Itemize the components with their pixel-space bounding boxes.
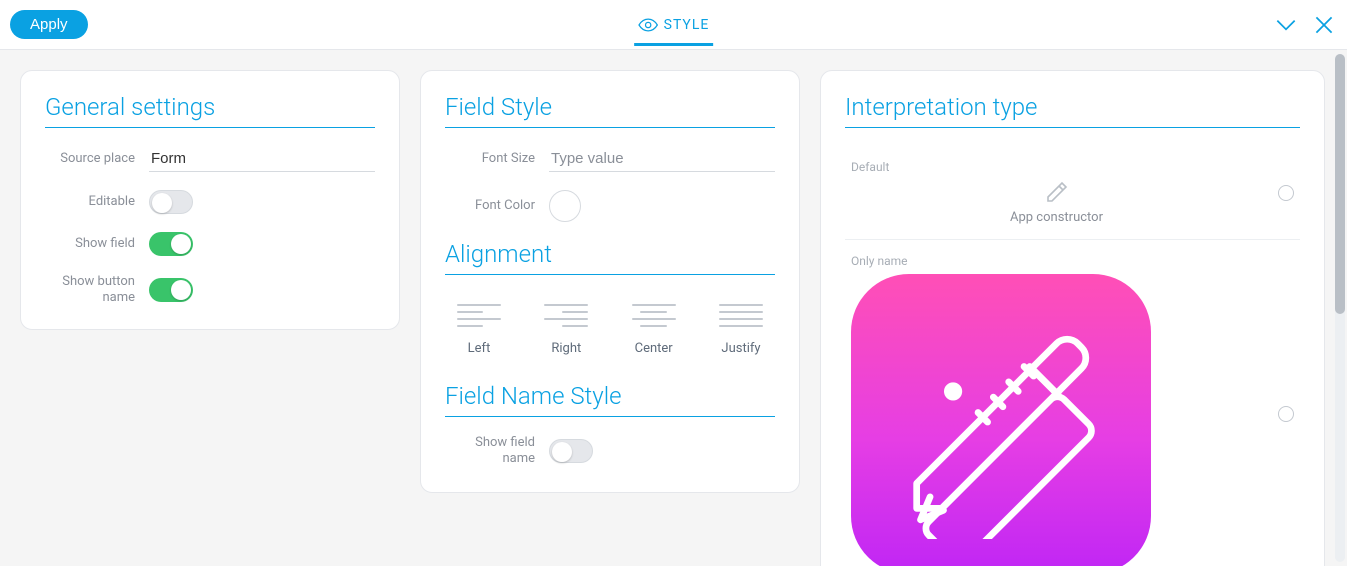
interpretation-default-radio[interactable] — [1278, 185, 1294, 201]
source-place-row: Source place — [45, 146, 375, 172]
topbar: Apply STYLE — [0, 0, 1347, 50]
scrollbar-thumb[interactable] — [1335, 54, 1345, 314]
align-right-icon — [544, 299, 588, 331]
chevron-down-icon[interactable] — [1273, 12, 1299, 38]
column-interpretation: Interpretation type Default App construc… — [820, 70, 1325, 546]
field-name-style-title: Field Name Style — [445, 382, 775, 417]
topbar-actions — [1273, 12, 1337, 38]
editable-row: Editable — [45, 190, 375, 214]
column-field-style: Field Style Font Size Font Color Alignme… — [420, 70, 800, 546]
font-size-label: Font Size — [445, 151, 535, 167]
interpretation-option-default[interactable]: Default App constructor — [845, 146, 1300, 240]
close-icon[interactable] — [1311, 12, 1337, 38]
editable-label: Editable — [45, 194, 135, 210]
align-left-option[interactable]: Left — [449, 299, 509, 356]
show-field-name-toggle[interactable] — [549, 439, 593, 463]
ruler-pencil-icon — [1045, 180, 1069, 204]
show-field-name-row: Show field name — [445, 435, 775, 466]
font-size-input[interactable] — [549, 146, 775, 172]
show-field-row: Show field — [45, 232, 375, 256]
interpretation-only-name-caption: Only name — [851, 254, 908, 268]
field-style-title: Field Style — [445, 93, 775, 128]
font-size-row: Font Size — [445, 146, 775, 172]
column-general: General settings Source place Editable S… — [20, 70, 400, 546]
eye-icon — [638, 18, 658, 32]
align-center-option[interactable]: Center — [624, 299, 684, 356]
align-center-label: Center — [635, 341, 673, 356]
align-left-icon — [457, 299, 501, 331]
font-color-swatch[interactable] — [549, 190, 581, 222]
show-field-toggle[interactable] — [149, 232, 193, 256]
editable-toggle[interactable] — [149, 190, 193, 214]
show-button-name-label: Show button name — [45, 274, 135, 305]
font-color-row: Font Color — [445, 190, 775, 222]
alignment-options: Left Right Center — [445, 293, 775, 356]
font-color-label: Font Color — [445, 198, 535, 214]
show-field-label: Show field — [45, 236, 135, 252]
align-center-icon — [632, 299, 676, 331]
interpretation-only-name-body: Only name — [851, 254, 1262, 566]
show-button-name-toggle[interactable] — [149, 278, 193, 302]
interpretation-option-only-name[interactable]: Only name — [845, 240, 1300, 566]
app-constructor-tile — [851, 274, 1151, 566]
source-place-label: Source place — [45, 151, 135, 167]
interpretation-only-name-radio[interactable] — [1278, 406, 1294, 422]
interpretation-card: Interpretation type Default App construc… — [820, 70, 1325, 566]
general-settings-card: General settings Source place Editable S… — [20, 70, 400, 330]
show-field-name-label: Show field name — [445, 435, 535, 466]
ruler-pencil-large-icon — [886, 309, 1116, 539]
interpretation-default-label: App constructor — [1010, 210, 1103, 225]
align-justify-icon — [719, 299, 763, 331]
apply-button[interactable]: Apply — [10, 10, 88, 39]
show-button-name-row: Show button name — [45, 274, 375, 305]
align-justify-label: Justify — [721, 341, 760, 356]
tab-style[interactable]: STYLE — [634, 3, 714, 46]
source-place-input[interactable] — [149, 146, 375, 172]
align-right-option[interactable]: Right — [536, 299, 596, 356]
tab-style-label: STYLE — [664, 17, 710, 33]
align-justify-option[interactable]: Justify — [711, 299, 771, 356]
align-right-label: Right — [551, 341, 581, 356]
field-style-card: Field Style Font Size Font Color Alignme… — [420, 70, 800, 493]
interpretation-title: Interpretation type — [845, 93, 1300, 128]
general-settings-title: General settings — [45, 93, 375, 128]
interpretation-default-body: Default App constructor — [851, 160, 1262, 225]
content: General settings Source place Editable S… — [0, 50, 1347, 566]
align-left-label: Left — [468, 341, 491, 356]
interpretation-default-caption: Default — [851, 160, 889, 174]
alignment-title: Alignment — [445, 240, 775, 275]
